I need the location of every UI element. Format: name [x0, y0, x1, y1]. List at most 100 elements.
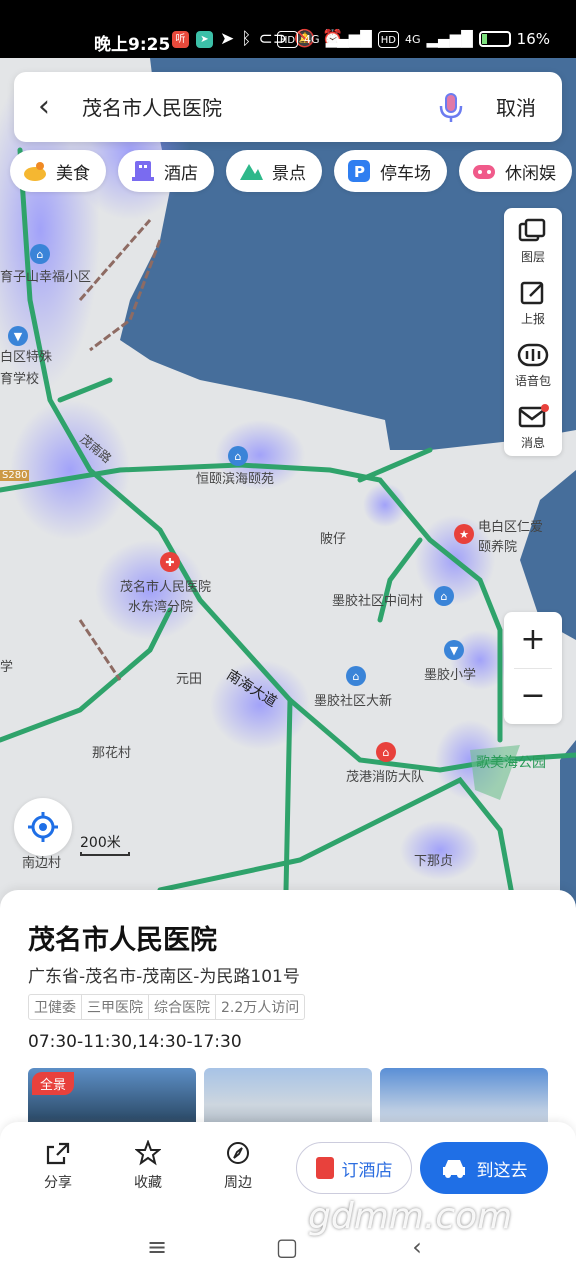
poi-tag: 卫健委 — [34, 1000, 76, 1016]
chip-food[interactable]: 美食 — [10, 150, 106, 192]
home-icon[interactable]: ▢ — [272, 1232, 302, 1262]
poi-address[interactable]: 广东省-茂名市-茂南区-为民路101号 — [28, 962, 300, 987]
food-icon — [22, 158, 48, 184]
poi-pin-mojiao-daxin[interactable]: ⌂ — [346, 666, 366, 686]
hotel-icon — [130, 158, 156, 184]
microphone-icon[interactable] — [434, 90, 468, 124]
entertainment-icon — [471, 158, 497, 184]
scenic-icon — [238, 158, 264, 184]
back-arrow-icon[interactable]: ‹ — [38, 90, 68, 124]
status-bar: 晚上9:25 听 ➤ ➤ ᛒ ⊂⊃ 🔕 ⏰ HD 4G ▂▄▆█ HD 4G ▂… — [0, 0, 576, 58]
zoom-out-button[interactable]: − — [504, 668, 562, 724]
share-button[interactable]: 分享 — [28, 1140, 88, 1192]
voice-wave-icon — [517, 343, 549, 367]
poi-pin-residential[interactable]: ⌂ — [30, 244, 50, 264]
map-label-mojiao-school: 墨胶小学 — [424, 668, 477, 683]
category-chips: 美食 酒店 景点 P 停车场 休闲娱 — [10, 150, 572, 194]
app-notification-icon: ➤ — [196, 30, 213, 48]
poi-pin-mojiao[interactable]: ⌂ — [434, 586, 454, 606]
watermark: gdmm.com — [308, 1196, 513, 1237]
map-label-nahua: 那花村 — [92, 746, 132, 761]
location-arrow-icon: ➤ — [220, 29, 235, 49]
map-label-hengyi: 恒颐滨海颐苑 — [196, 472, 275, 487]
nearby-button[interactable]: 周边 — [208, 1140, 268, 1192]
chip-label: 美食 — [56, 163, 90, 184]
map-label-gemei: 歌美海公园 — [476, 755, 546, 771]
nearby-label: 周边 — [224, 1175, 252, 1191]
poi-pin-hengyi[interactable]: ⌂ — [228, 446, 248, 466]
layers-icon — [518, 218, 546, 242]
report-label: 上报 — [520, 312, 545, 326]
go-here-label: 到这去 — [476, 1160, 528, 1181]
map-label-s280: S280 — [0, 470, 30, 481]
chip-entertainment[interactable]: 休闲娱 — [459, 150, 572, 192]
map-label-dianbai-a: 电白区仁爱 — [478, 520, 544, 535]
map-label-hospital-a: 茂名市人民医院 — [120, 580, 212, 595]
signal-4g-label-2: 4G — [404, 32, 421, 46]
star-icon — [135, 1140, 161, 1166]
map-label-dianbai-b: 颐养院 — [478, 540, 518, 555]
car-icon — [442, 1160, 465, 1178]
chip-parking[interactable]: P 停车场 — [334, 150, 447, 192]
scale-label: 200米 — [80, 835, 121, 851]
map-label-xue: 学 — [0, 660, 14, 675]
layers-button[interactable]: 图层 — [504, 210, 562, 270]
map-tools-panel: 图层 上报 语音包 消息 — [504, 208, 562, 456]
status-right: HD 4G ▂▄▆█ HD 4G ▂▄▆█ 16% — [276, 30, 550, 48]
cancel-button[interactable]: 取消 — [496, 92, 536, 121]
panorama-badge: 全景 — [32, 1072, 75, 1095]
map-label-school-a: 白区特殊 — [0, 350, 53, 365]
scale-bar — [80, 852, 130, 856]
parking-icon: P — [346, 158, 372, 184]
map-label-mojiao: 墨胶社区中间村 — [332, 594, 424, 609]
poi-tags: 卫健委 三甲医院 综合医院 2.2万人访问 — [28, 994, 306, 1020]
map-label-school-b: 育学校 — [0, 372, 40, 387]
messages-button[interactable]: 消息 — [504, 396, 562, 456]
poi-tag: 综合医院 — [148, 995, 215, 1019]
poi-pin-school[interactable]: ▼ — [8, 326, 28, 346]
signal-4g-label: 4G — [304, 32, 320, 46]
chip-label: 休闲娱 — [505, 163, 556, 184]
map-label-xinghe: 育子山幸福小区 — [0, 270, 92, 285]
poi-pin-mojiao-school[interactable]: ▼ — [444, 640, 464, 660]
listen-app-icon: 听 — [172, 30, 189, 48]
bluetooth-icon: ᛒ — [241, 29, 252, 49]
search-bar: ‹ 茂名市人民医院 取消 — [14, 72, 562, 142]
mail-icon — [518, 404, 549, 428]
signal-bars-icon: ▂▄▆█ — [325, 30, 372, 48]
map-label-hospital-b: 水东湾分院 — [128, 600, 194, 615]
locate-icon — [28, 812, 58, 842]
book-hotel-button[interactable]: 订酒店 — [296, 1142, 412, 1194]
messages-label: 消息 — [520, 436, 545, 450]
map-label-mojiao-daxin: 墨胶社区大新 — [314, 694, 393, 709]
hd-icon-2: HD — [377, 30, 399, 48]
report-button[interactable]: 上报 — [504, 272, 562, 332]
map-label-xianabei: 下那贞 — [414, 854, 454, 869]
menu-icon[interactable]: ≡ — [142, 1232, 172, 1262]
chip-scenic[interactable]: 景点 — [226, 150, 322, 192]
map-label-fire: 茂港消防大队 — [346, 770, 425, 785]
go-here-button[interactable]: 到这去 — [420, 1142, 548, 1194]
poi-hours: 07:30-11:30,14:30-17:30 — [28, 1032, 242, 1052]
hospital-pin-icon[interactable]: ✚ — [160, 552, 180, 572]
voice-pack-button[interactable]: 语音包 — [504, 334, 562, 394]
poi-title: 茂名市人民医院 — [28, 925, 217, 956]
map-label-yuantian: 元田 — [176, 672, 203, 687]
chip-hotel[interactable]: 酒店 — [118, 150, 214, 192]
battery-percent: 16% — [516, 30, 550, 48]
search-input[interactable]: 茂名市人民医院 — [82, 92, 222, 121]
zoom-in-button[interactable]: + — [504, 612, 562, 668]
compass-icon — [227, 1142, 249, 1164]
poi-pin-fire[interactable]: ⌂ — [376, 742, 396, 762]
favorite-button[interactable]: 收藏 — [118, 1140, 178, 1192]
layers-label: 图层 — [520, 250, 545, 264]
hd-icon: HD — [276, 30, 299, 48]
battery-icon — [478, 31, 511, 47]
edit-icon — [520, 281, 544, 305]
hotel-red-icon — [315, 1157, 334, 1179]
status-time: 晚上9:25 — [94, 35, 171, 55]
share-label: 分享 — [44, 1175, 72, 1191]
poi-pin-dianbai[interactable]: ★ — [454, 524, 474, 544]
locate-button[interactable] — [14, 798, 72, 856]
voice-pack-label: 语音包 — [514, 374, 551, 388]
